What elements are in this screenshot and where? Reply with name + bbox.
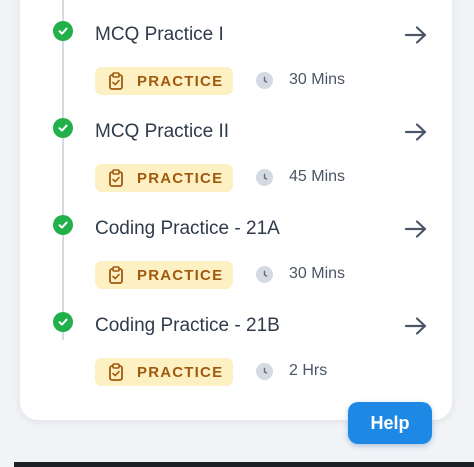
clipboard-icon bbox=[108, 363, 124, 381]
clipboard-icon bbox=[108, 169, 124, 187]
badge-label: PRACTICE bbox=[137, 72, 224, 90]
arrow-right-icon[interactable] bbox=[402, 314, 430, 338]
list-item[interactable]: MCQ Practice II PRACTICE 45 Mins bbox=[0, 111, 474, 201]
list-item[interactable]: Coding Practice - 21B PRACTICE 2 Hrs bbox=[0, 305, 474, 395]
practice-badge: PRACTICE bbox=[95, 67, 233, 95]
practice-badge: PRACTICE bbox=[95, 261, 233, 289]
arrow-right-icon[interactable] bbox=[402, 23, 430, 47]
item-title: Coding Practice - 21B bbox=[95, 315, 280, 336]
clock-icon bbox=[256, 72, 273, 89]
arrow-right-icon[interactable] bbox=[402, 217, 430, 241]
clock-icon bbox=[256, 169, 273, 186]
page: MCQ Practice I PRACTICE 30 Mins MCQ Prac… bbox=[0, 0, 474, 467]
clock-icon bbox=[256, 363, 273, 380]
duration-text: 30 Mins bbox=[289, 265, 346, 282]
badge-label: PRACTICE bbox=[137, 169, 224, 187]
check-icon bbox=[53, 118, 73, 138]
practice-badge: PRACTICE bbox=[95, 358, 233, 386]
check-icon bbox=[53, 312, 73, 332]
arrow-right-icon[interactable] bbox=[402, 120, 430, 144]
check-icon bbox=[53, 21, 73, 41]
badge-label: PRACTICE bbox=[137, 363, 224, 381]
bottom-bar bbox=[14, 462, 474, 467]
duration-text: 2 Hrs bbox=[289, 362, 328, 379]
check-icon bbox=[53, 215, 73, 235]
practice-badge: PRACTICE bbox=[95, 164, 233, 192]
list-item[interactable]: MCQ Practice I PRACTICE 30 Mins bbox=[0, 14, 474, 104]
item-title: Coding Practice - 21A bbox=[95, 218, 280, 239]
help-button[interactable]: Help bbox=[348, 402, 432, 444]
item-title: MCQ Practice I bbox=[95, 24, 224, 45]
clipboard-icon bbox=[108, 72, 124, 90]
duration-text: 45 Mins bbox=[289, 168, 346, 185]
list-item[interactable]: Coding Practice - 21A PRACTICE 30 Mins bbox=[0, 208, 474, 298]
clock-icon bbox=[256, 266, 273, 283]
item-title: MCQ Practice II bbox=[95, 121, 230, 142]
badge-label: PRACTICE bbox=[137, 266, 224, 284]
duration-text: 30 Mins bbox=[289, 71, 346, 88]
clipboard-icon bbox=[108, 266, 124, 284]
